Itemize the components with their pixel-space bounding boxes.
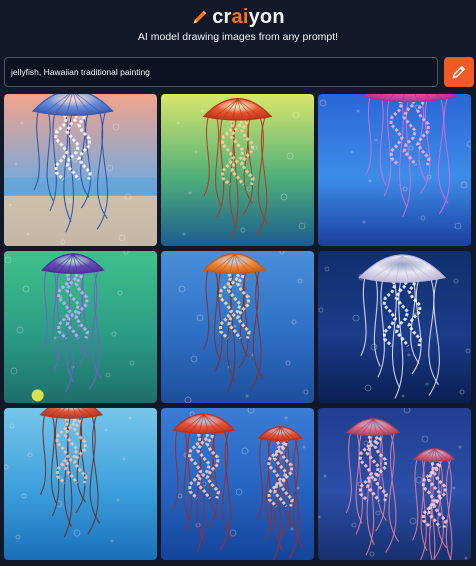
draw-button[interactable] xyxy=(444,57,474,87)
generated-image-5[interactable] xyxy=(161,251,314,403)
generated-image-8[interactable] xyxy=(161,408,314,560)
generated-image-6[interactable] xyxy=(318,251,471,403)
results-grid xyxy=(4,94,472,564)
generated-image-7[interactable] xyxy=(4,408,157,560)
prompt-input[interactable] xyxy=(4,57,438,87)
header: craiyon AI model drawing images from any… xyxy=(0,0,476,56)
generated-image-2[interactable] xyxy=(161,94,314,246)
prompt-bar xyxy=(4,57,474,87)
pencil-icon xyxy=(193,10,207,23)
pencil-icon xyxy=(452,66,465,79)
tagline: AI model drawing images from any prompt! xyxy=(137,31,339,43)
generated-image-1[interactable] xyxy=(4,94,157,246)
logo-text: craiyon xyxy=(212,5,285,28)
generated-image-4[interactable] xyxy=(4,251,157,403)
generated-image-9[interactable] xyxy=(318,408,471,560)
generated-image-3[interactable] xyxy=(318,94,471,246)
craiyon-logo[interactable]: craiyon xyxy=(0,4,476,30)
